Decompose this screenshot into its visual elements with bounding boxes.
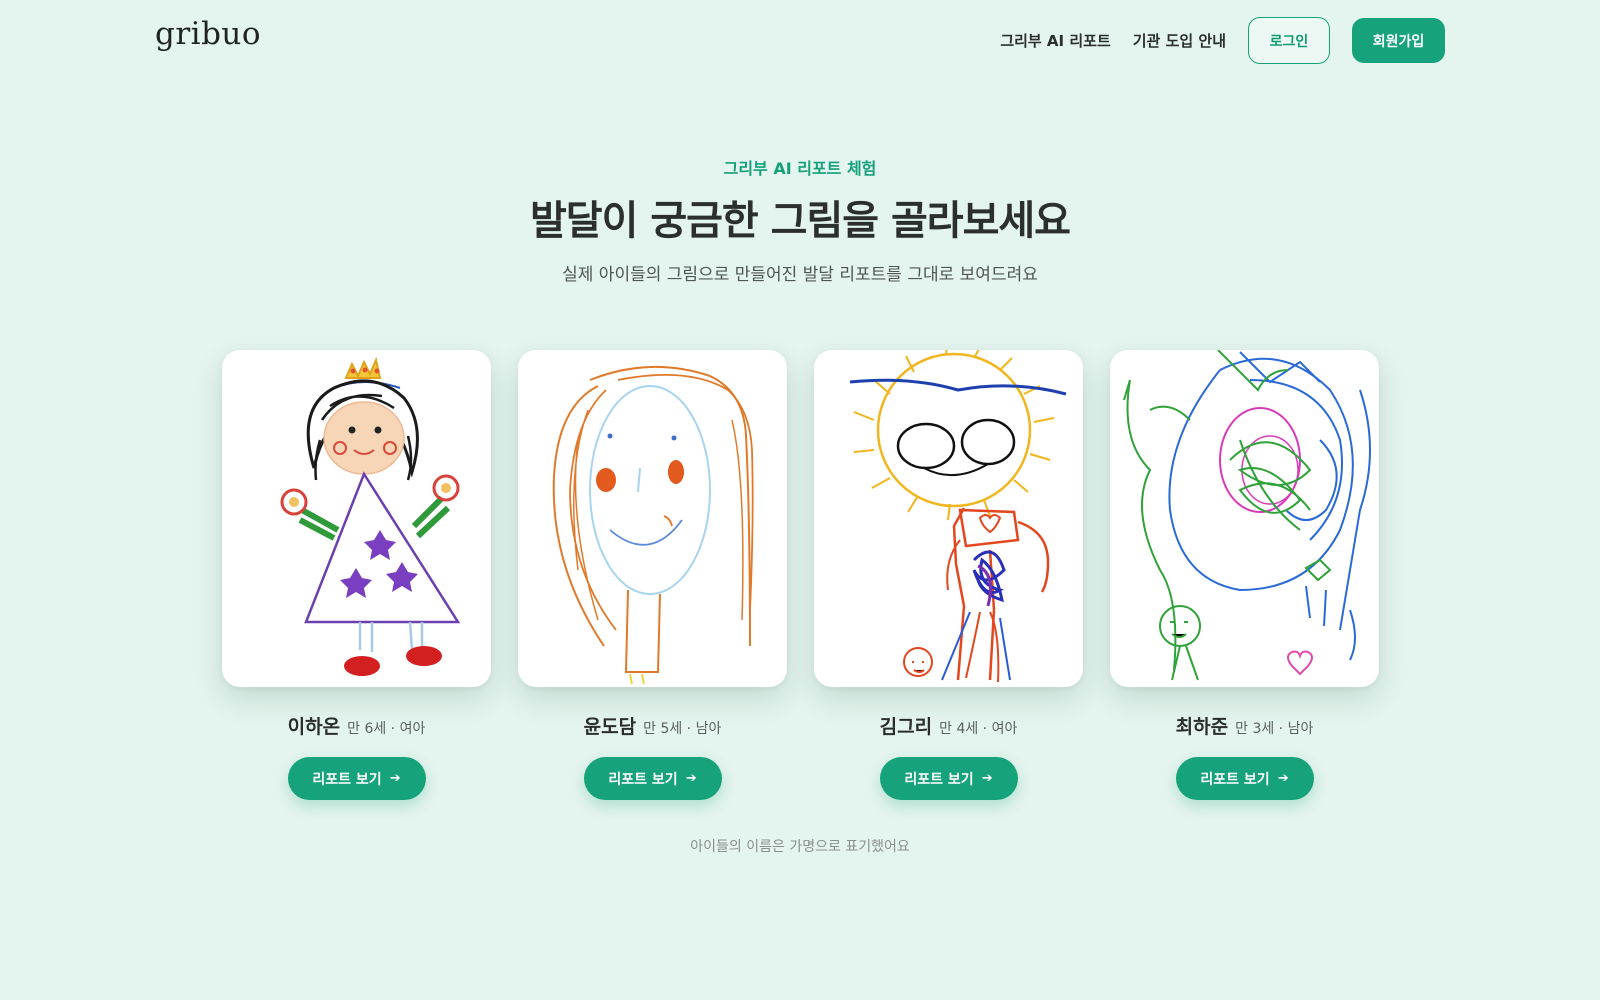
site-header: gribuo 그리부 AI 리포트 기관 도입 안내 로그인 회원가입	[0, 0, 1600, 80]
child-drawing-sun-figure	[849, 350, 1067, 683]
arrow-right-icon: ➔	[1277, 771, 1289, 786]
view-report-label: 리포트 보기	[608, 771, 678, 788]
hero-subtitle: 실제 아이들의 그림으로 만들어진 발달 리포트를 그대로 보여드려요	[562, 265, 1038, 285]
drawing-image[interactable]	[814, 350, 1083, 687]
child-drawing-face	[552, 365, 754, 685]
arrow-right-icon: ➔	[981, 771, 993, 786]
drawing-image[interactable]	[222, 350, 491, 687]
child-drawing-girl	[280, 356, 461, 676]
child-name: 윤도담	[583, 716, 637, 738]
nav-institution-guide[interactable]: 기관 도입 안내	[1133, 30, 1226, 51]
drawing-image[interactable]	[1110, 350, 1379, 687]
drawing-card: 윤도담 만 5세 · 남아 리포트 보기 ➔	[518, 350, 787, 800]
view-report-label: 리포트 보기	[904, 771, 974, 788]
logo[interactable]: gribuo	[155, 16, 261, 52]
child-meta: 윤도담 만 5세 · 남아	[584, 712, 722, 739]
child-meta: 김그리 만 4세 · 여아	[880, 712, 1018, 739]
drawing-image[interactable]	[518, 350, 787, 687]
login-button[interactable]: 로그인	[1248, 17, 1330, 64]
child-drawing-scribble	[1123, 350, 1371, 681]
page-title: 발달이 궁금한 그림을 골라보세요	[530, 198, 1071, 244]
child-info: 만 4세 · 여아	[939, 721, 1018, 737]
child-info: 만 6세 · 여아	[347, 721, 426, 737]
drawing-card: 최하준 만 3세 · 남아 리포트 보기 ➔	[1110, 350, 1379, 800]
child-name: 이하온	[287, 716, 341, 738]
view-report-button[interactable]: 리포트 보기 ➔	[583, 757, 722, 800]
main-nav: 그리부 AI 리포트 기관 도입 안내 로그인 회원가입	[1000, 17, 1445, 64]
nav-ai-report[interactable]: 그리부 AI 리포트	[1000, 30, 1110, 51]
arrow-right-icon: ➔	[685, 771, 697, 786]
child-info: 만 5세 · 남아	[643, 721, 722, 737]
hero-eyebrow: 그리부 AI 리포트 체험	[723, 159, 877, 178]
view-report-button[interactable]: 리포트 보기 ➔	[287, 757, 426, 800]
view-report-button[interactable]: 리포트 보기 ➔	[879, 757, 1018, 800]
drawing-card: 이하온 만 6세 · 여아 리포트 보기 ➔	[222, 350, 491, 800]
pseudonym-note: 아이들의 이름은 가명으로 표기했어요	[690, 839, 910, 855]
child-name: 최하준	[1175, 716, 1229, 738]
drawing-card-list: 이하온 만 6세 · 여아 리포트 보기 ➔ 윤도담 만 5세 · 남아 리포트…	[222, 350, 1379, 800]
view-report-label: 리포트 보기	[1200, 771, 1270, 788]
arrow-right-icon: ➔	[389, 771, 401, 786]
child-name: 김그리	[879, 716, 933, 738]
view-report-button[interactable]: 리포트 보기 ➔	[1175, 757, 1314, 800]
signup-button[interactable]: 회원가입	[1352, 18, 1445, 63]
view-report-label: 리포트 보기	[312, 771, 382, 788]
child-info: 만 3세 · 남아	[1235, 721, 1314, 737]
child-meta: 이하온 만 6세 · 여아	[288, 712, 426, 739]
drawing-card: 김그리 만 4세 · 여아 리포트 보기 ➔	[814, 350, 1083, 800]
child-meta: 최하준 만 3세 · 남아	[1176, 712, 1314, 739]
